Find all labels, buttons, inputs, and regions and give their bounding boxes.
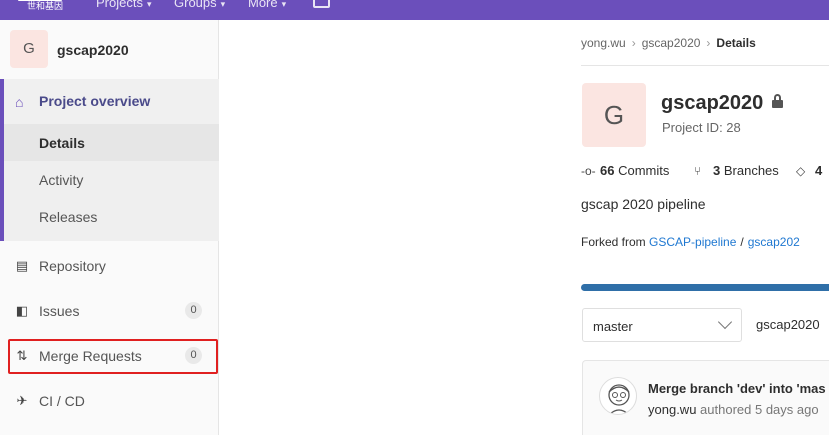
breadcrumb-current[interactable]: Details — [716, 36, 755, 50]
project-overview-group: ⌂ Project overview Details Activity Rele… — [0, 79, 219, 241]
branch-icon: ⑂ — [694, 164, 702, 178]
top-navbar: 世和基因 Projects ▾ Groups ▾ More ▾ — [0, 0, 829, 20]
project-id: Project ID: 28 — [662, 120, 741, 135]
forked-project-link[interactable]: gscap202 — [748, 235, 800, 249]
sidebar-item-ci-cd[interactable]: ✈ CI / CD — [0, 381, 219, 421]
nav-groups[interactable]: Groups ▾ — [174, 0, 225, 10]
repo-path-breadcrumb[interactable]: gscap2020 — [756, 317, 820, 332]
issues-count-badge: 0 — [185, 302, 202, 319]
breadcrumb: yong.wu › gscap2020 › Details — [581, 36, 756, 50]
tags-stat[interactable]: ◇ 4 — [796, 163, 822, 178]
forked-from: Forked from GSCAP-pipeline / gscap202 — [581, 235, 800, 249]
issues-icon: ◧ — [15, 303, 29, 318]
project-description: gscap 2020 pipeline — [581, 196, 706, 212]
main-content: yong.wu › gscap2020 › Details G gscap2020 Pr… — [220, 20, 829, 435]
breadcrumb-project[interactable]: gscap2020 — [642, 36, 701, 50]
document-icon: ▤ — [15, 258, 29, 273]
commit-meta: yong.wu authored 5 days ago — [648, 402, 819, 417]
last-commit-panel: Merge branch 'dev' into 'mas yong.wu aut… — [582, 360, 829, 435]
chevron-down-icon: ▾ — [220, 0, 226, 9]
activity-chart-icon[interactable] — [313, 0, 330, 8]
tag-icon: ◇ — [796, 164, 806, 178]
nav-projects[interactable]: Projects ▾ — [96, 0, 152, 10]
page-title: gscap2020 — [661, 92, 764, 114]
branch-dropdown[interactable]: master — [582, 308, 742, 342]
home-icon: ⌂ — [15, 94, 24, 110]
chevron-down-icon: ▾ — [146, 0, 152, 9]
chevron-right-icon: › — [631, 36, 636, 50]
company-logo[interactable]: 世和基因 — [16, 0, 64, 18]
author-avatar[interactable] — [599, 377, 637, 415]
sidebar-subitem-details[interactable]: Details — [4, 124, 219, 161]
sidebar-subitem-activity[interactable]: Activity — [4, 161, 219, 198]
chevron-down-icon — [717, 314, 733, 330]
repository-language-bar — [581, 284, 829, 291]
commit-icon: -o- — [581, 164, 596, 178]
commit-author-link[interactable]: yong.wu — [648, 402, 696, 417]
project-sidebar: G gscap2020 ⌂ Project overview Details A… — [0, 20, 219, 435]
breadcrumb-divider — [581, 65, 829, 66]
rocket-icon: ✈ — [16, 393, 28, 408]
sidebar-item-project-overview[interactable]: ⌂ Project overview — [4, 79, 219, 124]
project-avatar-large: G — [582, 83, 646, 147]
merge-requests-highlight-box — [8, 339, 218, 374]
commit-message-link[interactable]: Merge branch 'dev' into 'mas — [648, 381, 826, 396]
chevron-down-icon: ▾ — [281, 0, 287, 9]
branches-stat[interactable]: ⑂ 3 Branches — [694, 163, 779, 178]
forked-group-link[interactable]: GSCAP-pipeline — [649, 235, 736, 249]
project-avatar: G — [10, 30, 48, 68]
sidebar-subitem-releases[interactable]: Releases — [4, 198, 219, 235]
lock-icon — [772, 94, 783, 109]
nav-more[interactable]: More ▾ — [248, 0, 286, 10]
logo-text: 世和基因 — [27, 2, 64, 12]
sidebar-item-repository[interactable]: ▤ Repository — [0, 246, 219, 286]
chevron-right-icon: › — [706, 36, 711, 50]
sidebar-item-issues[interactable]: ◧ Issues 0 — [0, 291, 219, 331]
sidebar-project-name: gscap2020 — [57, 42, 129, 58]
breadcrumb-owner[interactable]: yong.wu — [581, 36, 626, 50]
sidebar-project-header[interactable]: G gscap2020 — [0, 20, 219, 79]
commits-stat[interactable]: -o- 66 Commits — [581, 163, 669, 178]
